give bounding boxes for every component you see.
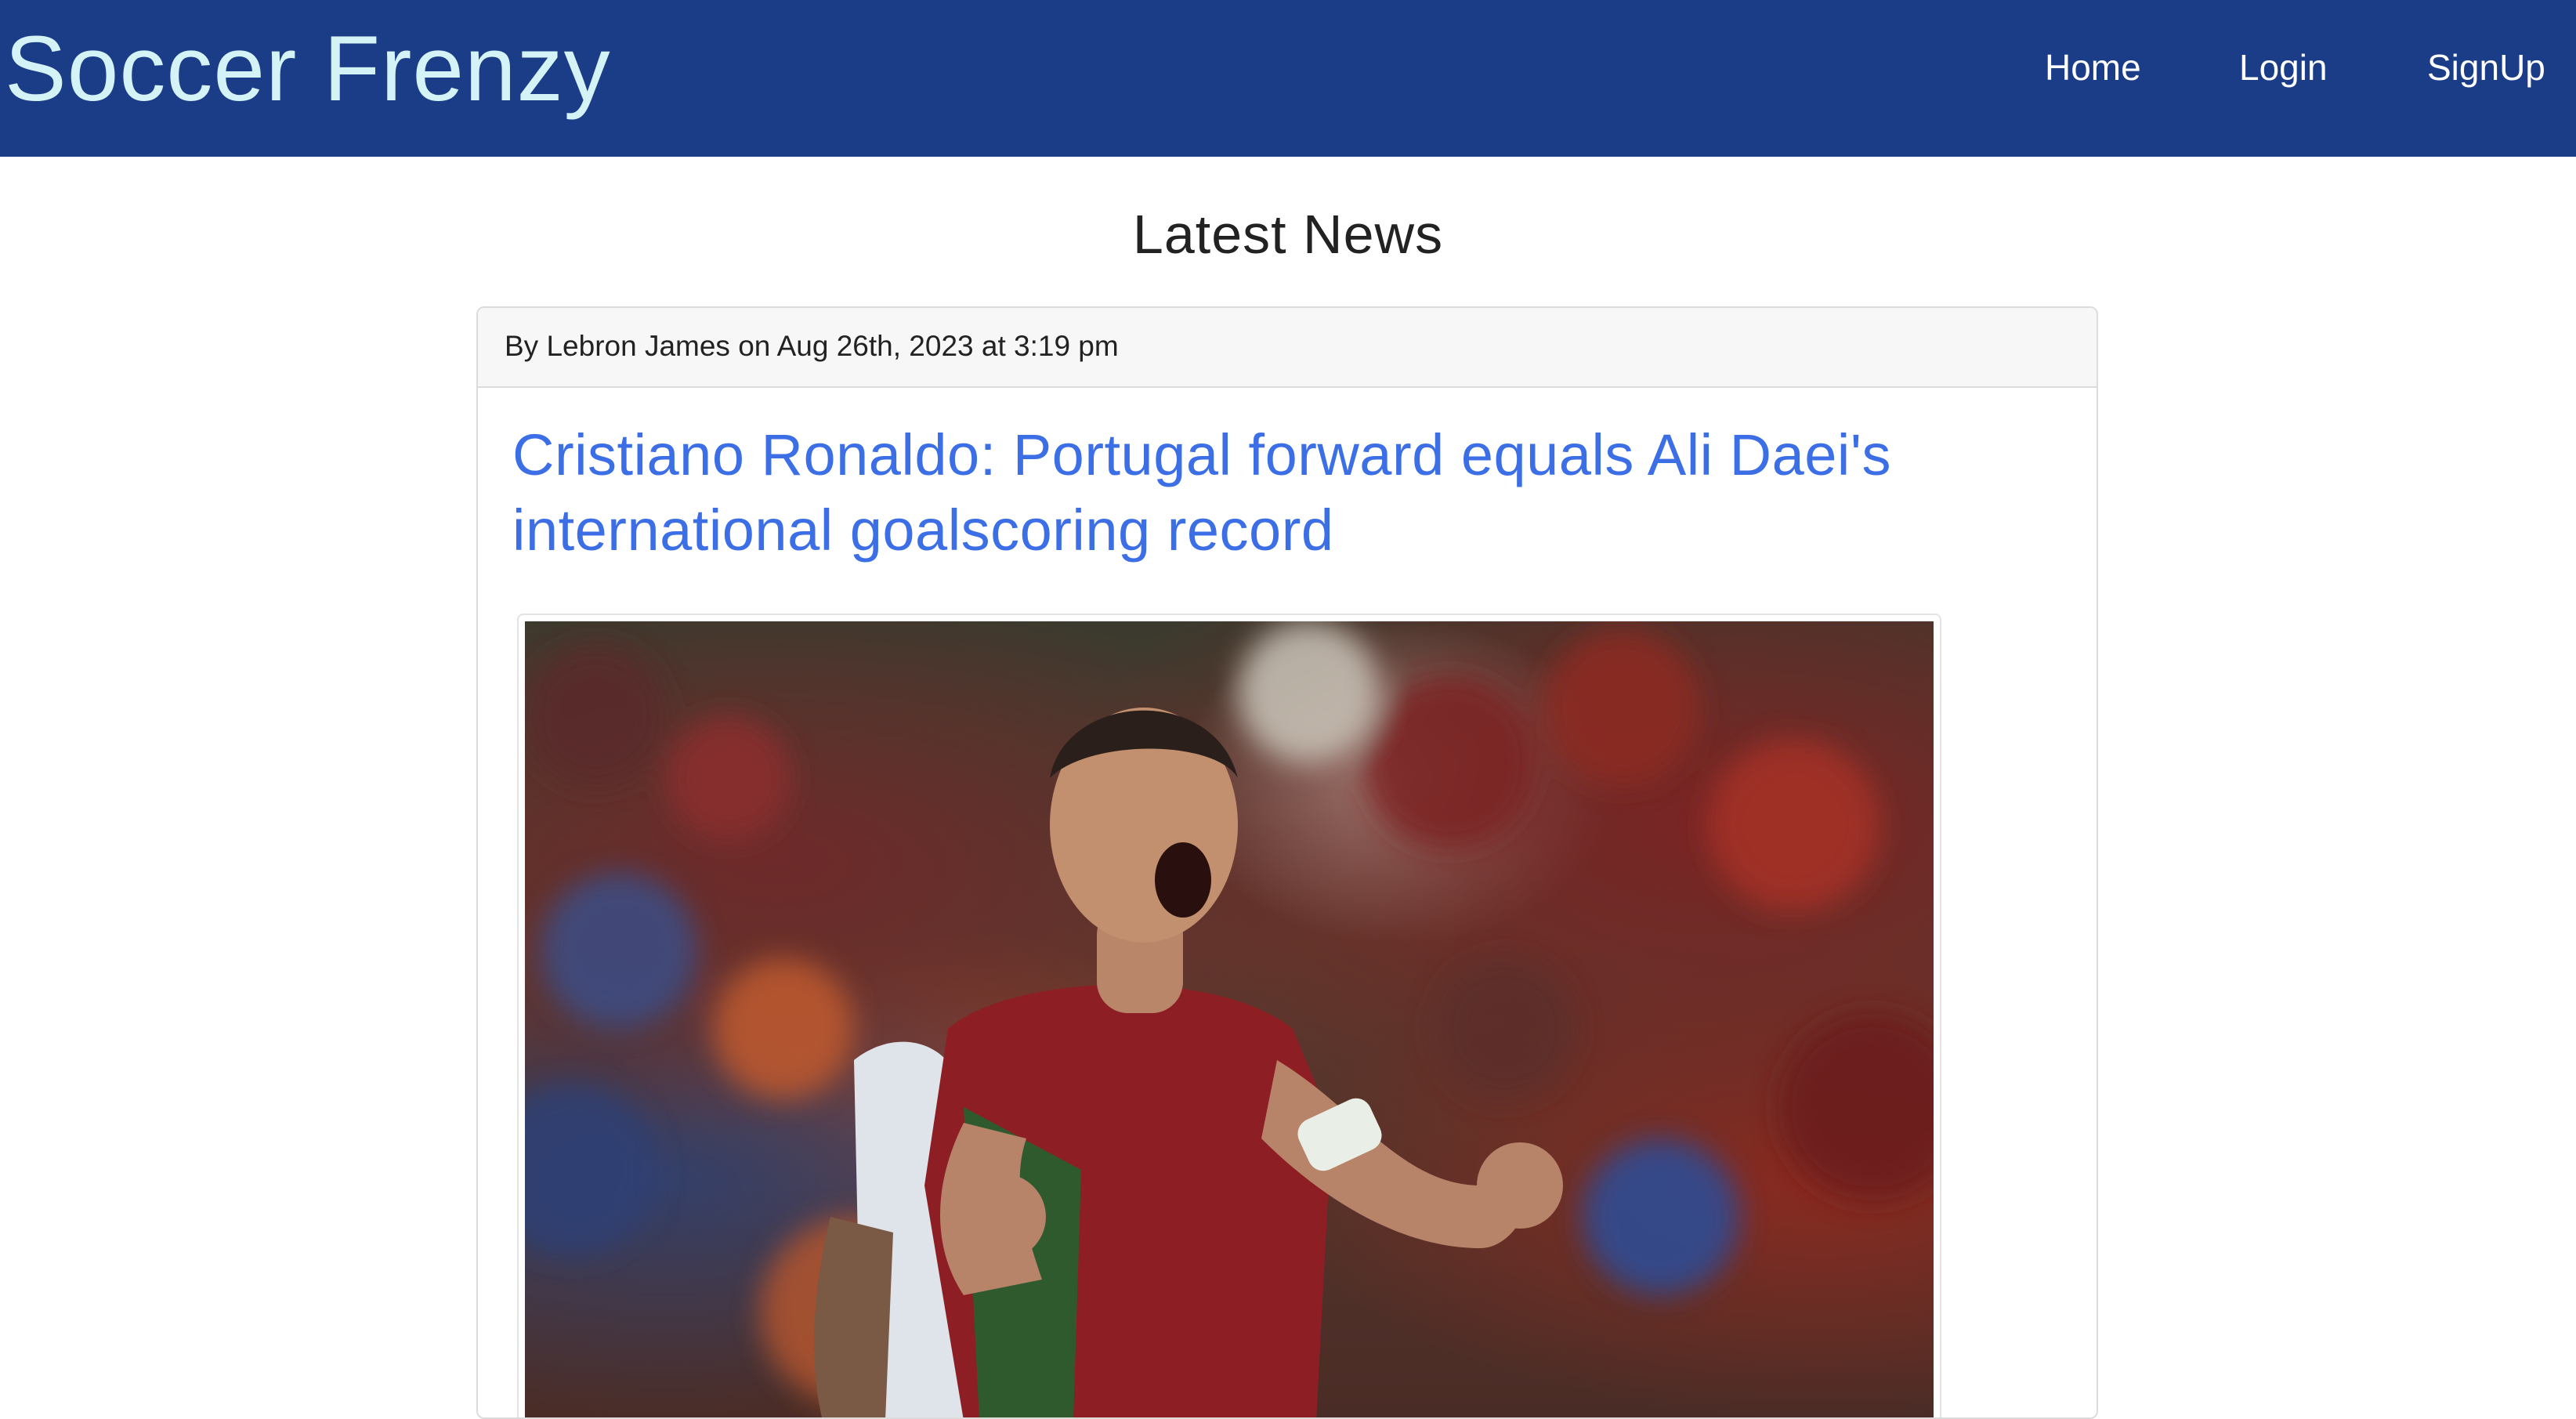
nav-link-login[interactable]: Login [2239, 45, 2328, 89]
site-brand-logo[interactable]: Soccer Frenzy [5, 14, 611, 124]
post-title-link[interactable]: Cristiano Ronaldo: Portugal forward equa… [512, 418, 2001, 568]
player-photo-graphic [525, 621, 1934, 1417]
nav-link-home[interactable]: Home [2045, 45, 2141, 89]
top-navbar: Soccer Frenzy Home Login SignUp [0, 0, 2576, 157]
news-card: By Lebron James on Aug 26th, 2023 at 3:1… [476, 306, 2098, 1419]
nav-link-signup[interactable]: SignUp [2427, 45, 2545, 89]
page-title: Latest News [1132, 204, 1444, 265]
news-card-header: By Lebron James on Aug 26th, 2023 at 3:1… [478, 308, 2097, 388]
post-image-frame [517, 614, 1941, 1417]
post-image[interactable] [525, 621, 1934, 1417]
post-byline: By Lebron James on Aug 26th, 2023 at 3:1… [505, 330, 1119, 362]
